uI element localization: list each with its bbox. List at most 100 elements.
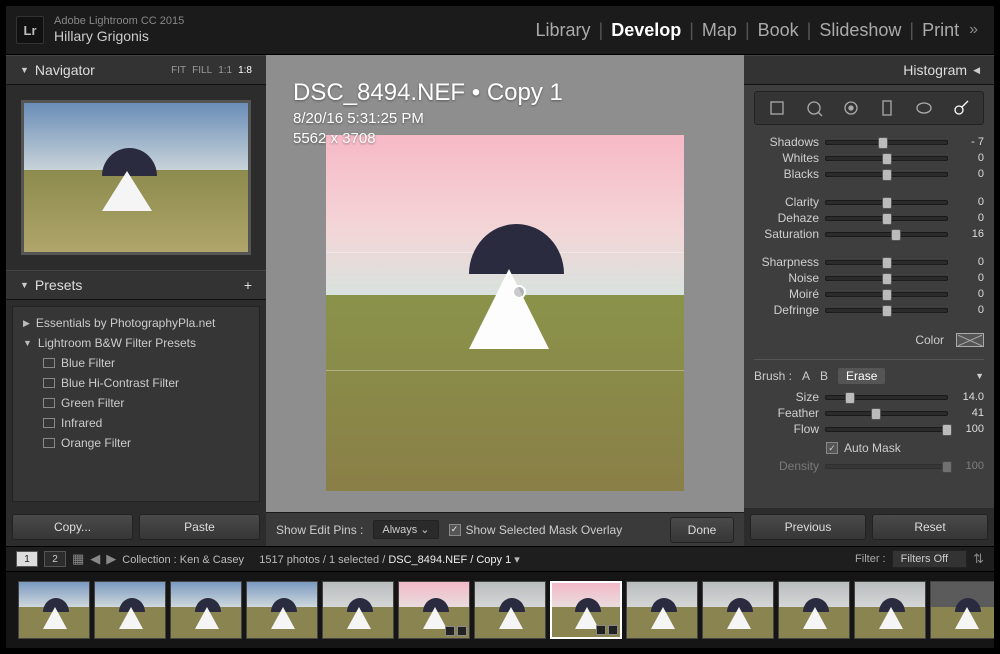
slider-knob[interactable] <box>882 169 892 181</box>
slider-whites[interactable]: Whites0 <box>754 151 984 165</box>
collapse-icon[interactable]: ▼ <box>975 371 984 381</box>
preset-item[interactable]: Green Filter <box>13 393 259 413</box>
color-swatch[interactable] <box>956 333 984 347</box>
filmstrip-thumb[interactable] <box>18 581 90 639</box>
slider-track[interactable] <box>825 395 948 400</box>
module-map[interactable]: Map <box>696 20 743 41</box>
image-canvas-area[interactable]: DSC_8494.NEF • Copy 1 8/20/16 5:31:25 PM… <box>266 54 744 546</box>
preset-item[interactable]: Infrared <box>13 413 259 433</box>
brush-b[interactable]: B <box>820 369 828 383</box>
nav-zoom-1:8[interactable]: 1:8 <box>238 65 252 76</box>
slider-saturation[interactable]: Saturation16 <box>754 227 984 241</box>
slider-dehaze[interactable]: Dehaze0 <box>754 211 984 225</box>
filmstrip-thumb[interactable] <box>854 581 926 639</box>
histogram-header[interactable]: Histogram ◀ <box>744 55 994 85</box>
filter-select[interactable]: Filters Off <box>892 550 967 568</box>
brush-tool-icon[interactable] <box>951 98 971 118</box>
navigator-header[interactable]: ▼ Navigator FITFILL1:11:8 <box>6 55 266 85</box>
slider-track[interactable] <box>825 411 948 416</box>
slider-clarity[interactable]: Clarity0 <box>754 195 984 209</box>
nav-zoom-fill[interactable]: FILL <box>192 65 212 76</box>
breadcrumb[interactable]: Collection : Ken & Casey 1517 photos / 1… <box>122 553 520 566</box>
preset-folder[interactable]: ▼Lightroom B&W Filter Presets <box>13 333 259 353</box>
navigator-preview[interactable] <box>21 100 251 255</box>
slider-track[interactable] <box>825 172 948 177</box>
filmstrip-thumb[interactable] <box>550 581 622 639</box>
previous-button[interactable]: Previous <box>750 514 866 540</box>
filter-lock-icon[interactable]: ⇅ <box>973 551 984 567</box>
filmstrip-thumb[interactable] <box>626 581 698 639</box>
slider-sharpness[interactable]: Sharpness0 <box>754 255 984 269</box>
slider-knob[interactable] <box>882 153 892 165</box>
slider-knob[interactable] <box>942 461 952 473</box>
nav-zoom-1:1[interactable]: 1:1 <box>218 65 232 76</box>
slider-knob[interactable] <box>882 289 892 301</box>
slider-knob[interactable] <box>882 273 892 285</box>
filmstrip-thumb[interactable] <box>930 581 994 639</box>
slider-track[interactable] <box>825 140 948 145</box>
module-library[interactable]: Library <box>529 20 596 41</box>
auto-mask-checkbox[interactable]: ✓Auto Mask <box>754 438 984 457</box>
slider-track[interactable] <box>825 260 948 265</box>
reset-button[interactable]: Reset <box>872 514 988 540</box>
filmstrip-thumb[interactable] <box>322 581 394 639</box>
slider-knob[interactable] <box>845 392 855 404</box>
slider-density[interactable]: Density100 <box>754 459 984 473</box>
more-modules-icon[interactable]: » <box>965 21 984 39</box>
slider-knob[interactable] <box>942 424 952 436</box>
slider-track[interactable] <box>825 156 948 161</box>
spot-tool-icon[interactable] <box>804 98 824 118</box>
filmstrip[interactable] <box>6 572 994 648</box>
slider-knob[interactable] <box>882 305 892 317</box>
slider-feather[interactable]: Feather41 <box>754 406 984 420</box>
radial-tool-icon[interactable] <box>914 98 934 118</box>
slider-knob[interactable] <box>882 213 892 225</box>
slider-knob[interactable] <box>882 197 892 209</box>
module-book[interactable]: Book <box>752 20 805 41</box>
edit-pins-select[interactable]: Always ⌄ <box>373 520 438 539</box>
presets-header[interactable]: ▼ Presets + <box>6 270 266 300</box>
preset-folder[interactable]: ▶Essentials by PhotographyPla.net <box>13 313 259 333</box>
nav-back-icon[interactable]: ◀ <box>90 551 100 567</box>
filmstrip-thumb[interactable] <box>246 581 318 639</box>
brush-erase[interactable]: Erase <box>838 368 885 384</box>
module-print[interactable]: Print <box>916 20 965 41</box>
module-develop[interactable]: Develop <box>605 20 687 41</box>
nav-zoom-fit[interactable]: FIT <box>171 65 186 76</box>
slider-defringe[interactable]: Defringe0 <box>754 303 984 317</box>
slider-knob[interactable] <box>878 137 888 149</box>
slider-track[interactable] <box>825 232 948 237</box>
slider-track[interactable] <box>825 276 948 281</box>
monitor-1-button[interactable]: 1 <box>16 551 38 567</box>
paste-button[interactable]: Paste <box>139 514 260 540</box>
slider-track[interactable] <box>825 292 948 297</box>
slider-knob[interactable] <box>891 229 901 241</box>
show-mask-checkbox[interactable]: ✓ Show Selected Mask Overlay <box>449 523 623 537</box>
slider-track[interactable] <box>825 200 948 205</box>
slider-track[interactable] <box>825 464 948 469</box>
grid-view-icon[interactable]: ▦ <box>72 551 84 567</box>
grad-tool-icon[interactable] <box>877 98 897 118</box>
slider-size[interactable]: Size14.0 <box>754 390 984 404</box>
filmstrip-thumb[interactable] <box>398 581 470 639</box>
preset-item[interactable]: Orange Filter <box>13 433 259 453</box>
add-preset-icon[interactable]: + <box>244 277 252 293</box>
filmstrip-thumb[interactable] <box>94 581 166 639</box>
slider-shadows[interactable]: Shadows- 7 <box>754 135 984 149</box>
done-button[interactable]: Done <box>670 517 734 543</box>
filmstrip-thumb[interactable] <box>170 581 242 639</box>
crop-tool-icon[interactable] <box>767 98 787 118</box>
module-slideshow[interactable]: Slideshow <box>813 20 907 41</box>
adjustment-pin[interactable] <box>512 285 526 299</box>
slider-flow[interactable]: Flow100 <box>754 422 984 436</box>
slider-knob[interactable] <box>871 408 881 420</box>
slider-track[interactable] <box>825 427 948 432</box>
slider-blacks[interactable]: Blacks0 <box>754 167 984 181</box>
filmstrip-thumb[interactable] <box>778 581 850 639</box>
brush-a[interactable]: A <box>802 369 810 383</box>
preset-item[interactable]: Blue Filter <box>13 353 259 373</box>
slider-track[interactable] <box>825 216 948 221</box>
slider-knob[interactable] <box>882 257 892 269</box>
filmstrip-thumb[interactable] <box>474 581 546 639</box>
copy-button[interactable]: Copy... <box>12 514 133 540</box>
